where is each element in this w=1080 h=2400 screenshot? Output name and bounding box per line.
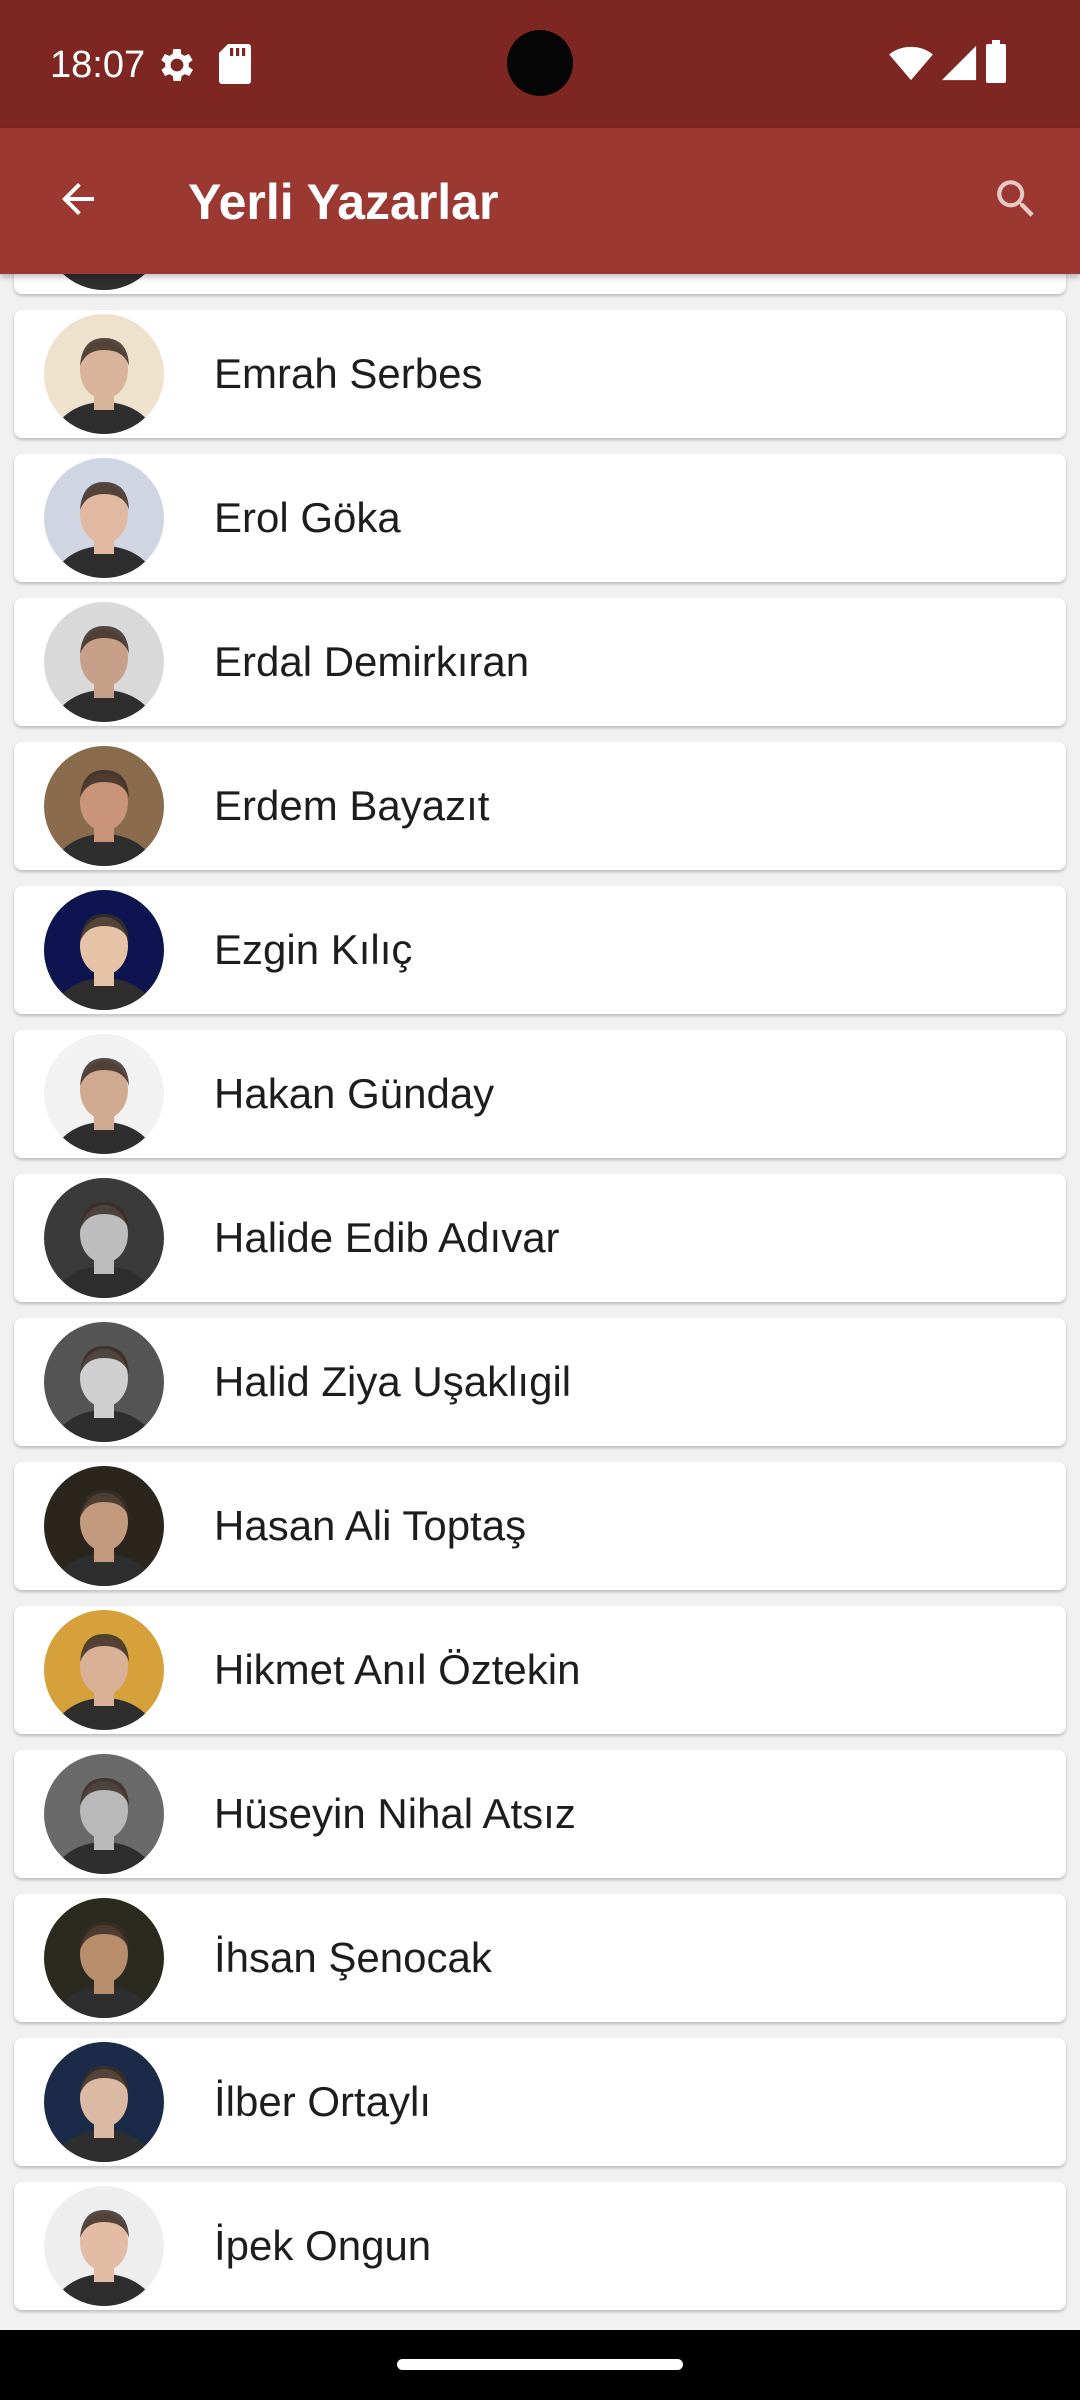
author-list-item[interactable] — [14, 274, 1066, 294]
status-bar: 18:07 — [0, 0, 1080, 128]
author-list[interactable]: Emrah Serbes Erol Göka Erdal Demirkıran Erd… — [0, 274, 1080, 2330]
sd-card-icon — [218, 42, 252, 88]
author-list-item[interactable]: Halide Edib Adıvar — [14, 1174, 1066, 1302]
author-list-item[interactable]: İpek Ongun — [14, 2182, 1066, 2310]
author-list-item[interactable]: Hasan Ali Toptaş — [14, 1462, 1066, 1590]
author-name: İhsan Şenocak — [214, 1934, 492, 1981]
author-list-item[interactable]: İlber Ortaylı — [14, 2038, 1066, 2166]
wifi-icon — [888, 44, 934, 90]
app-bar: Yerli Yazarlar — [0, 128, 1080, 274]
navigation-bar — [0, 2330, 1080, 2400]
status-time: 18:07 — [50, 44, 146, 86]
author-name: Halide Edib Adıvar — [214, 1214, 560, 1261]
author-name: Hasan Ali Toptaş — [214, 1502, 527, 1549]
author-avatar — [44, 458, 164, 578]
author-name: Erol Göka — [214, 494, 401, 541]
back-button[interactable] — [38, 161, 118, 241]
author-list-item[interactable]: Emrah Serbes — [14, 310, 1066, 438]
author-avatar — [44, 2186, 164, 2306]
author-avatar — [44, 1754, 164, 1874]
author-avatar — [44, 1466, 164, 1586]
author-name: Erdem Bayazıt — [214, 782, 490, 829]
author-name: Emrah Serbes — [214, 350, 483, 397]
battery-icon — [985, 40, 1007, 86]
author-list-item[interactable]: Ezgin Kılıç — [14, 886, 1066, 1014]
author-list-item[interactable]: Erdem Bayazıt — [14, 742, 1066, 870]
author-list-item[interactable]: İhsan Şenocak — [14, 1894, 1066, 2022]
author-list-content: Emrah Serbes Erol Göka Erdal Demirkıran Erd… — [0, 274, 1080, 2326]
author-name: Halid Ziya Uşaklıgil — [214, 1358, 572, 1405]
author-list-item[interactable]: Hikmet Anıl Öztekin — [14, 1606, 1066, 1734]
camera-cutout — [507, 30, 573, 96]
author-list-item[interactable]: Hüseyin Nihal Atsız — [14, 1750, 1066, 1878]
home-gesture-handle[interactable] — [397, 2359, 683, 2370]
author-avatar — [44, 1178, 164, 1298]
author-avatar — [44, 274, 164, 290]
author-name: Ezgin Kılıç — [214, 926, 413, 973]
settings-icon — [155, 42, 199, 88]
author-list-item[interactable]: Halid Ziya Uşaklıgil — [14, 1318, 1066, 1446]
author-avatar — [44, 890, 164, 1010]
author-list-item[interactable]: Hakan Günday — [14, 1030, 1066, 1158]
author-avatar — [44, 746, 164, 866]
page-title: Yerli Yazarlar — [188, 174, 499, 230]
author-avatar — [44, 1610, 164, 1730]
author-avatar — [44, 1898, 164, 2018]
author-name: Hakan Günday — [214, 1070, 495, 1117]
author-avatar — [44, 314, 164, 434]
author-name: Hikmet Anıl Öztekin — [214, 1646, 581, 1693]
author-name: Erdal Demirkıran — [214, 638, 530, 685]
author-avatar — [44, 2042, 164, 2162]
author-name: Hüseyin Nihal Atsız — [214, 1790, 576, 1837]
signal-icon — [940, 44, 978, 90]
search-icon — [991, 174, 1041, 229]
author-list-item[interactable]: Erdal Demirkıran — [14, 598, 1066, 726]
arrow-back-icon — [54, 175, 102, 228]
search-button[interactable] — [976, 161, 1056, 241]
author-avatar — [44, 1034, 164, 1154]
author-avatar — [44, 1322, 164, 1442]
author-name: İpek Ongun — [214, 2222, 432, 2269]
author-avatar — [44, 602, 164, 722]
author-name: İlber Ortaylı — [214, 2078, 432, 2125]
author-list-item[interactable]: Erol Göka — [14, 454, 1066, 582]
